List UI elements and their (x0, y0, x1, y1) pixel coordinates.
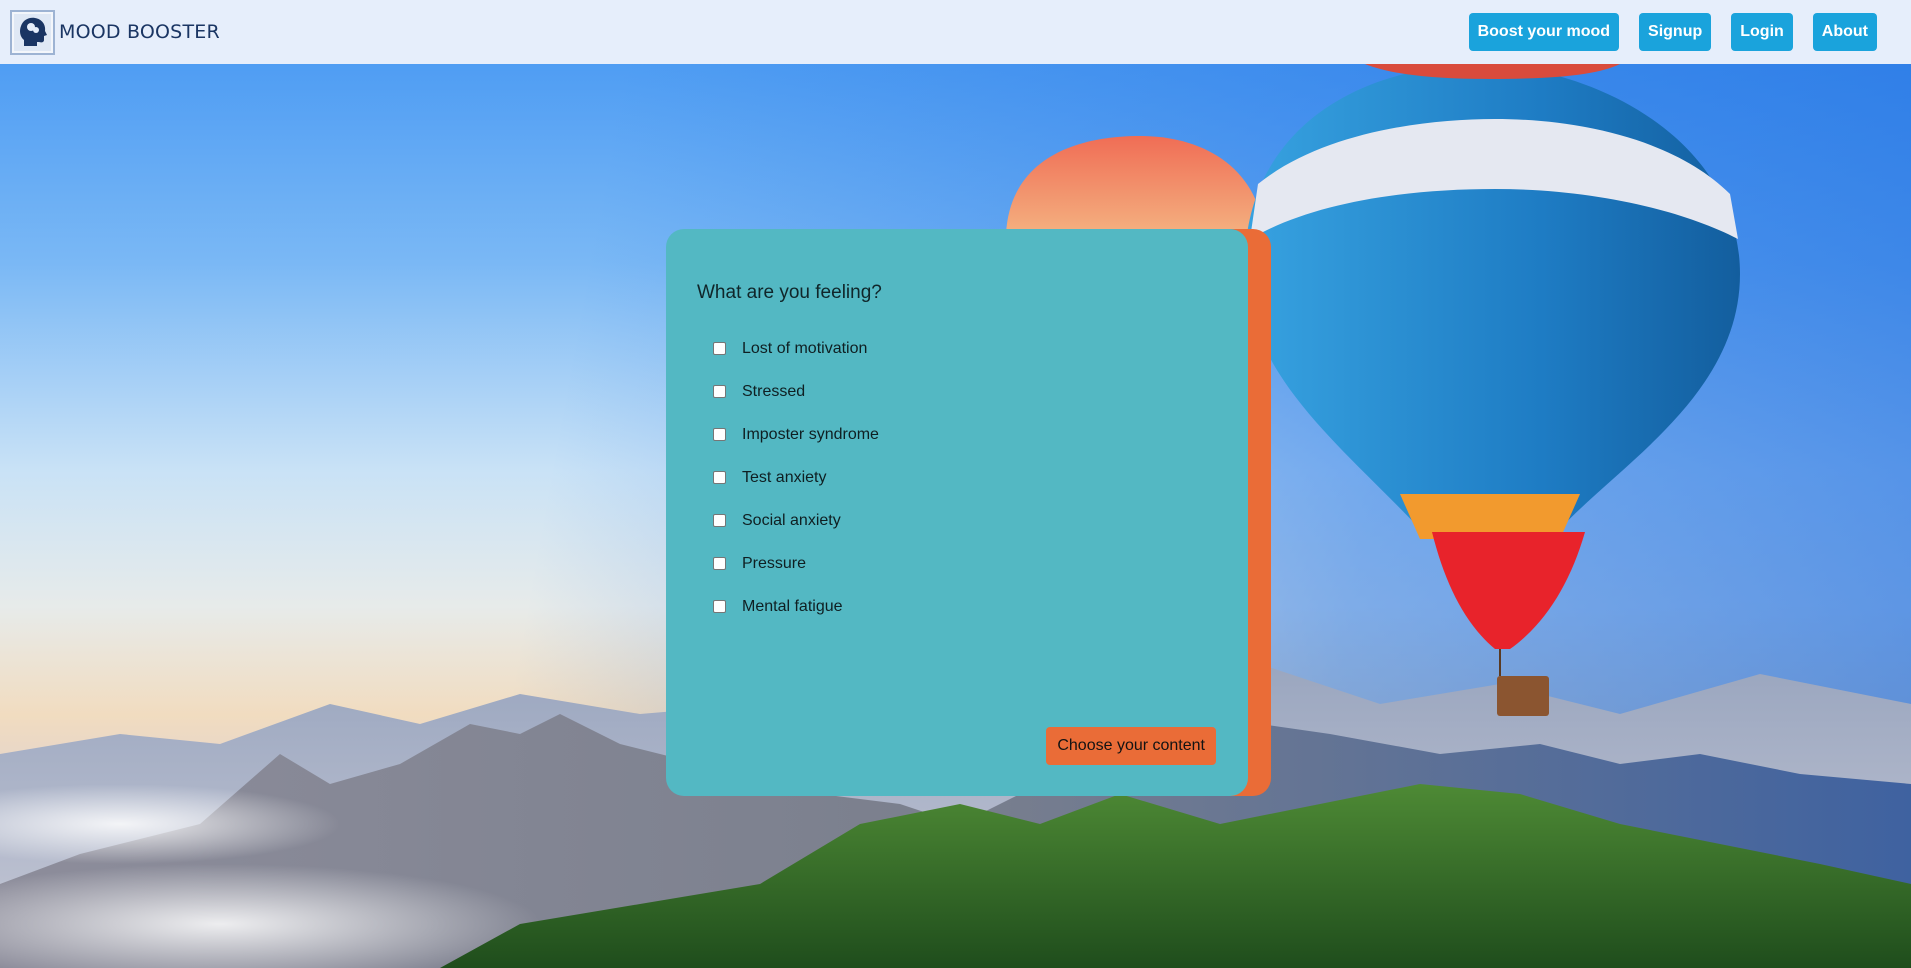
main-nav: Boost your mood Signup Login About (1468, 13, 1877, 51)
feeling-label[interactable]: Mental fatigue (742, 598, 843, 616)
form-title: What are you feeling? (697, 282, 882, 303)
feeling-label[interactable]: Stressed (742, 383, 805, 401)
feelings-form: What are you feeling? Lost of motivation… (666, 229, 1248, 796)
feelings-list: Lost of motivation Stressed Imposter syn… (697, 327, 1217, 628)
feeling-checkbox-social-anxiety[interactable] (713, 514, 726, 527)
feeling-label[interactable]: Imposter syndrome (742, 426, 879, 444)
feeling-checkbox-imposter-syndrome[interactable] (713, 428, 726, 441)
feeling-checkbox-lost-of-motivation[interactable] (713, 342, 726, 355)
feeling-checkbox-test-anxiety[interactable] (713, 471, 726, 484)
orange-balloon (1006, 136, 1265, 239)
top-navbar: MOOD BOOSTER Boost your mood Signup Logi… (0, 0, 1911, 64)
list-item: Test anxiety (697, 456, 1217, 499)
feeling-label[interactable]: Lost of motivation (742, 340, 867, 358)
list-item: Social anxiety (697, 499, 1217, 542)
boost-your-mood-button[interactable]: Boost your mood (1468, 13, 1620, 51)
feeling-checkbox-mental-fatigue[interactable] (713, 600, 726, 613)
brand-name: MOOD BOOSTER (59, 21, 220, 43)
feeling-label[interactable]: Social anxiety (742, 512, 841, 530)
head-brain-icon (10, 9, 55, 55)
brand[interactable]: MOOD BOOSTER (10, 9, 220, 55)
signup-button[interactable]: Signup (1639, 13, 1712, 51)
feeling-checkbox-pressure[interactable] (713, 557, 726, 570)
feeling-label[interactable]: Pressure (742, 555, 806, 573)
feeling-checkbox-stressed[interactable] (713, 385, 726, 398)
list-item: Stressed (697, 370, 1217, 413)
list-item: Imposter syndrome (697, 413, 1217, 456)
about-button[interactable]: About (1812, 13, 1877, 51)
list-item: Lost of motivation (697, 327, 1217, 370)
blue-balloon (1245, 64, 1740, 716)
list-item: Pressure (697, 542, 1217, 585)
choose-content-button[interactable]: Choose your content (1046, 727, 1216, 765)
list-item: Mental fatigue (697, 585, 1217, 628)
login-button[interactable]: Login (1731, 13, 1793, 51)
feeling-label[interactable]: Test anxiety (742, 469, 826, 487)
